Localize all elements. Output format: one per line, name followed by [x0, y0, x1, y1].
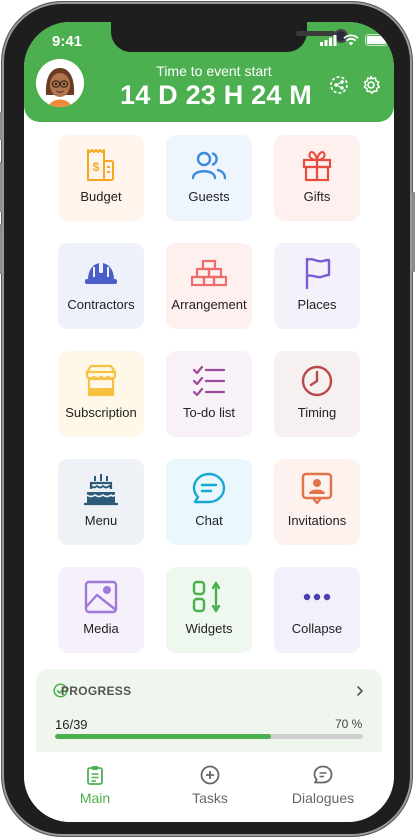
tile-label: Gifts — [303, 189, 331, 204]
chat-bubble-icon — [313, 765, 333, 784]
tile-chat[interactable]: Chat — [166, 459, 252, 545]
budget-icon: $ — [87, 149, 114, 181]
app-screen: 9:41 Time to event start 14 D 23 H 24 M … — [24, 22, 394, 822]
tab-label: Main — [79, 790, 111, 806]
tile-label: To-do list — [182, 405, 236, 420]
progress-count: 16/39 — [55, 717, 88, 732]
progress-bar — [55, 734, 363, 739]
more-dots-icon — [303, 593, 331, 601]
tile-label: Widgets — [185, 621, 233, 636]
tile-label: Contractors — [67, 297, 135, 312]
tile-label: Invitations — [287, 513, 347, 528]
tab-label: Tasks — [192, 790, 228, 806]
tab-tasks[interactable]: Tasks — [160, 764, 260, 806]
chat-icon — [192, 472, 226, 504]
tile-invitations[interactable]: Invitations — [274, 459, 360, 545]
volume-up-button — [0, 162, 2, 212]
tile-label: Guests — [188, 189, 230, 204]
tile-menu[interactable]: Menu — [58, 459, 144, 545]
tile-label: Places — [297, 297, 337, 312]
tab-dialogues[interactable]: Dialogues — [273, 764, 373, 806]
tile-guests[interactable]: Guests — [166, 135, 252, 221]
chevron-right-icon[interactable] — [355, 685, 365, 697]
hard-hat-icon — [85, 261, 117, 284]
tile-collapse[interactable]: Collapse — [274, 567, 360, 653]
tab-label: Dialogues — [291, 790, 355, 806]
tile-arrangement[interactable]: Arrangement — [166, 243, 252, 329]
cake-icon — [84, 474, 118, 506]
guests-icon — [191, 151, 227, 180]
avatar[interactable] — [36, 59, 84, 107]
tile-media[interactable]: Media — [58, 567, 144, 653]
progress-bar-fill — [55, 734, 271, 739]
widgets-icon — [192, 580, 221, 613]
image-icon — [84, 580, 118, 614]
bricks-icon — [191, 259, 227, 287]
tab-bar: Main Tasks Dialogues — [24, 752, 394, 822]
plus-circle-icon — [200, 765, 220, 785]
tile-label: Budget — [80, 189, 122, 204]
tab-main[interactable]: Main — [45, 764, 145, 806]
svg-text:$: $ — [93, 160, 100, 174]
tile-timing[interactable]: Timing — [274, 351, 360, 437]
flag-icon — [305, 257, 331, 290]
event-countdown: 14 D 23 H 24 M — [120, 80, 312, 110]
checklist-icon — [192, 365, 226, 397]
tile-label: Arrangement — [171, 297, 247, 312]
tile-label: Chat — [195, 513, 223, 528]
volume-down-button — [0, 224, 2, 274]
tile-label: Menu — [84, 513, 118, 528]
tile-todo-list[interactable]: To-do list — [166, 351, 252, 437]
gift-icon — [302, 151, 332, 182]
invitation-icon — [301, 472, 333, 505]
avatar-image — [36, 59, 84, 107]
shop-icon — [85, 364, 117, 397]
tile-label: Collapse — [291, 621, 343, 636]
phone-frame: 9:41 Time to event start 14 D 23 H 24 M … — [0, 2, 415, 836]
battery-icon — [365, 34, 391, 46]
power-button — [412, 192, 415, 272]
mute-switch — [0, 112, 2, 140]
status-time: 9:41 — [52, 33, 83, 50]
tile-label: Timing — [297, 405, 337, 420]
tile-widgets[interactable]: Widgets — [166, 567, 252, 653]
tile-gifts[interactable]: Gifts — [274, 135, 360, 221]
notch — [111, 22, 348, 52]
status-icons — [320, 34, 391, 46]
tile-contractors[interactable]: Contractors — [58, 243, 144, 329]
signal-icon — [320, 34, 337, 46]
tile-subscription[interactable]: Subscription — [58, 351, 144, 437]
gear-icon[interactable] — [360, 74, 382, 96]
tile-label: Subscription — [65, 405, 137, 420]
progress-percent: 70 % — [335, 717, 363, 731]
clock-icon — [301, 365, 333, 397]
progress-title: PROGRESS — [61, 684, 132, 698]
tile-budget[interactable]: $ Budget — [58, 135, 144, 221]
tile-label: Media — [83, 621, 119, 636]
event-countdown-label: Time to event start — [156, 63, 272, 79]
clipboard-icon — [87, 766, 103, 785]
wifi-icon — [343, 34, 359, 46]
tile-places[interactable]: Places — [274, 243, 360, 329]
share-icon[interactable] — [328, 74, 350, 96]
